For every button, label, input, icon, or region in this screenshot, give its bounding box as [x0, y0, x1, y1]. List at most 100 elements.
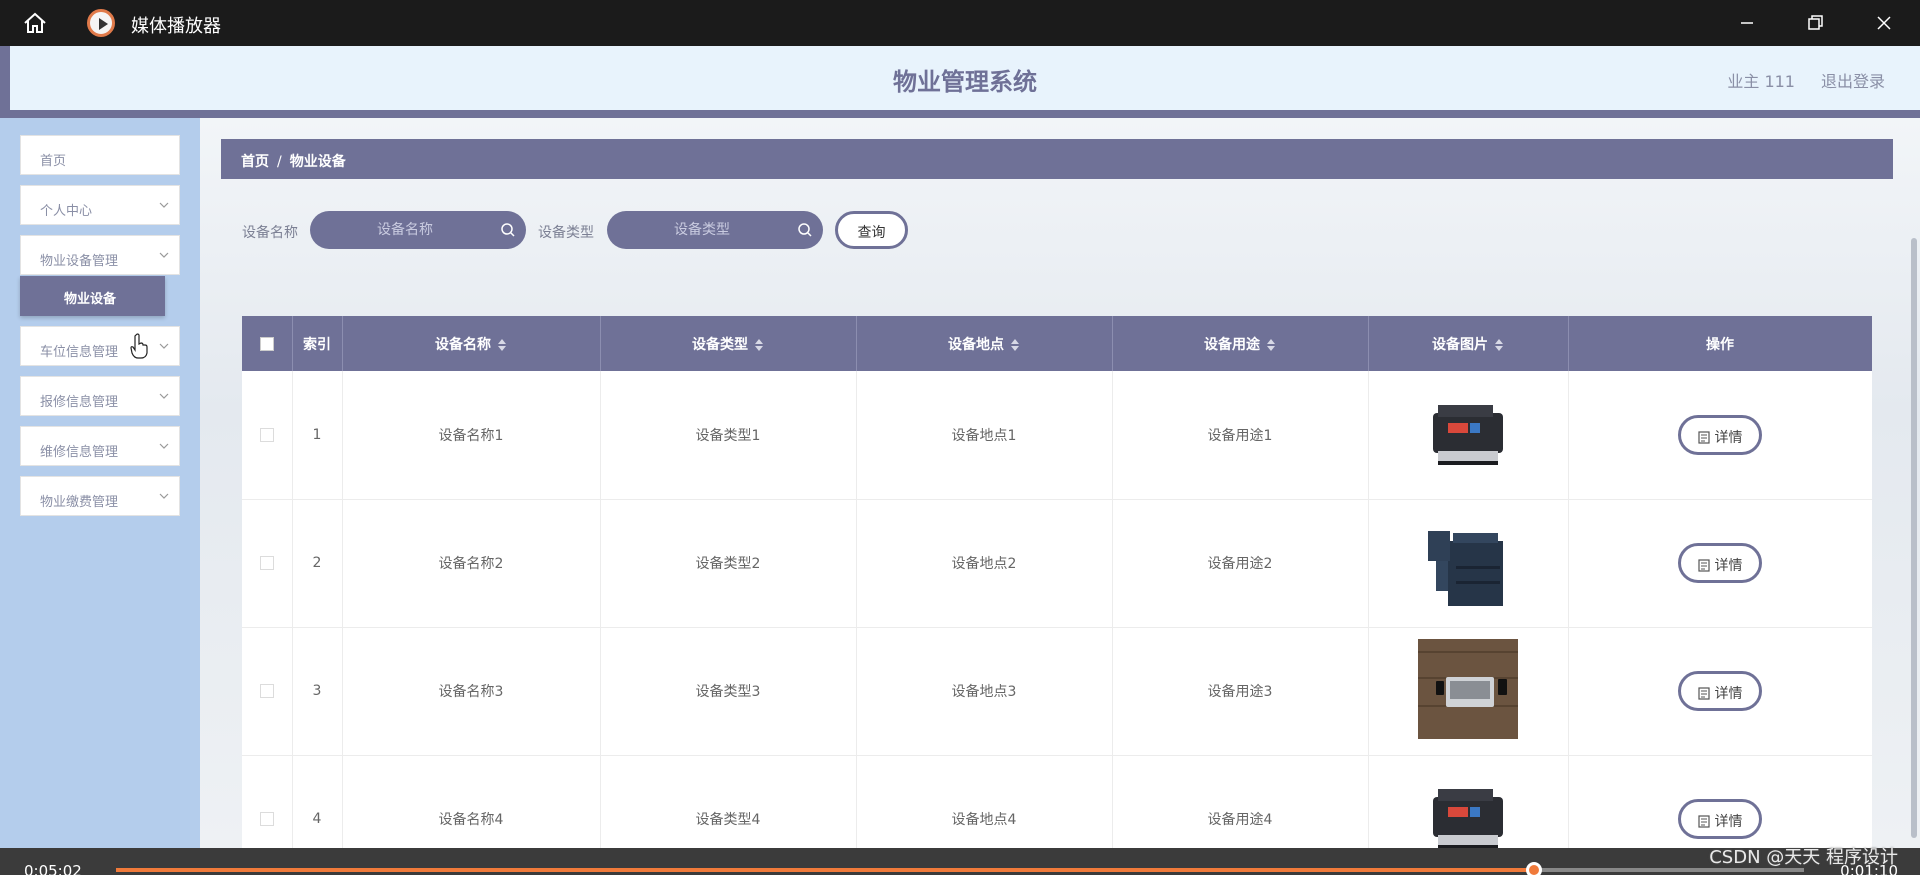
row-equipment-name: 设备名称4 — [342, 755, 601, 848]
user-name: 业主 111 — [1727, 72, 1795, 91]
column-header-type[interactable]: 设备类型 — [600, 316, 857, 371]
row-equipment-type: 设备类型3 — [600, 627, 857, 756]
sort-icon[interactable] — [754, 338, 764, 352]
row-checkbox[interactable] — [259, 556, 274, 570]
column-header-image[interactable]: 设备图片 — [1368, 316, 1569, 371]
detail-button[interactable]: 详情 — [1678, 543, 1762, 583]
sort-icon[interactable] — [497, 338, 507, 352]
sidebar-item-label: 维修信息管理 — [40, 445, 119, 460]
sidebar-item-label: 车位信息管理 — [40, 345, 119, 360]
sidebar-item-label: 首页 — [40, 154, 67, 169]
column-header-actions: 操作 — [1568, 316, 1872, 371]
row-equipment-type: 设备类型2 — [600, 499, 857, 628]
breadcrumb: 首页 / 物业设备 — [221, 139, 1893, 179]
column-header-index: 索引 — [292, 316, 343, 371]
sidebar-item-home[interactable]: 首页 — [20, 135, 180, 175]
restore-icon[interactable] — [1800, 8, 1830, 38]
chevron-down-icon — [159, 343, 169, 349]
detail-button[interactable]: 详情 — [1678, 414, 1762, 455]
media-player-icon — [87, 9, 115, 37]
document-icon — [1697, 431, 1710, 444]
search-icon[interactable] — [797, 222, 813, 238]
row-equipment-location: 设备地点3 — [856, 627, 1113, 756]
column-header-location[interactable]: 设备地点 — [856, 316, 1113, 371]
seek-bar[interactable] — [116, 862, 1804, 875]
column-header-name[interactable]: 设备名称 — [342, 316, 601, 371]
detail-button[interactable]: 详情 — [1678, 799, 1762, 839]
select-all-cell — [242, 316, 293, 371]
row-equipment-purpose: 设备用途2 — [1112, 499, 1369, 628]
row-equipment-location: 设备地点1 — [856, 371, 1113, 500]
sidebar-item-fee-management[interactable]: 物业缴费管理 — [20, 476, 180, 516]
sidebar-subitem-label: 物业设备 — [64, 292, 117, 307]
row-index: 2 — [292, 499, 343, 628]
sidebar-item-personal-center[interactable]: 个人中心 — [20, 185, 180, 225]
breadcrumb-home[interactable]: 首页 — [241, 154, 269, 170]
equipment-table: 索引 设备名称 设备类型 设备地点 设备用途 设备图片 操作 1 设备名称1 设… — [242, 316, 1872, 848]
sidebar-item-repair-report-management[interactable]: 报修信息管理 — [20, 376, 180, 416]
copier-icon — [1428, 531, 1503, 606]
breadcrumb-current: 物业设备 — [289, 154, 346, 170]
printer-icon — [1433, 404, 1503, 465]
row-equipment-name: 设备名称3 — [342, 627, 601, 756]
table-row: 3 设备名称3 设备类型3 设备地点3 设备用途3 详情 — [242, 627, 1872, 756]
page-scrollbar[interactable] — [1911, 238, 1917, 838]
table-row: 4 设备名称4 设备类型4 设备地点4 设备用途4 详情 — [242, 755, 1872, 848]
select-all-checkbox[interactable] — [259, 336, 274, 351]
row-equipment-type: 设备类型4 — [600, 755, 857, 848]
watermark: CSDN @天天 程序设计 — [1709, 847, 1898, 868]
column-header-purpose[interactable]: 设备用途 — [1112, 316, 1369, 371]
equipment-name-label: 设备名称 — [242, 225, 298, 241]
document-icon — [1697, 815, 1710, 828]
sidebar-item-label: 报修信息管理 — [40, 395, 119, 410]
equipment-name-search — [310, 211, 526, 249]
app-header: 物业管理系统 业主 111 退出登录 — [0, 46, 1920, 118]
equipment-type-input[interactable] — [617, 217, 787, 243]
row-equipment-name: 设备名称2 — [342, 499, 601, 628]
table-row: 2 设备名称2 设备类型2 设备地点2 设备用途2 详情 — [242, 499, 1872, 628]
document-icon — [1697, 687, 1710, 700]
chevron-down-icon — [159, 493, 169, 499]
sidebar-item-maintenance-management[interactable]: 维修信息管理 — [20, 426, 180, 466]
row-checkbox[interactable] — [259, 684, 274, 698]
printer-icon — [1433, 789, 1503, 848]
page-title: 物业管理系统 — [893, 68, 1037, 96]
row-index: 3 — [292, 627, 343, 756]
row-index: 1 — [292, 371, 343, 500]
hand-cursor-icon — [130, 333, 148, 359]
equipment-type-search — [607, 211, 823, 249]
sidebar-item-label: 物业缴费管理 — [40, 495, 119, 510]
sort-icon[interactable] — [1266, 338, 1276, 352]
query-button[interactable]: 查询 — [835, 211, 908, 249]
window-titlebar: 媒体播放器 — [0, 0, 1920, 46]
row-index: 4 — [292, 755, 343, 848]
sidebar: 首页 个人中心 物业设备管理 物业设备 车位信息管理 报修信息管理 维修信息管理… — [0, 118, 200, 848]
close-icon[interactable] — [1869, 8, 1899, 38]
sort-icon[interactable] — [1010, 338, 1020, 352]
logout-link[interactable]: 退出登录 — [1821, 68, 1885, 92]
seek-bar-progress — [116, 868, 1534, 872]
sidebar-subitem-equipment[interactable]: 物业设备 — [20, 276, 165, 316]
equipment-name-input[interactable] — [320, 217, 490, 243]
current-time: 0:05:02 — [24, 862, 82, 875]
row-equipment-type: 设备类型1 — [600, 371, 857, 500]
detail-button[interactable]: 详情 — [1678, 671, 1762, 711]
sidebar-item-parking-management[interactable]: 车位信息管理 — [20, 326, 180, 366]
row-equipment-purpose: 设备用途4 — [1112, 755, 1369, 848]
media-player-bar: 0:05:02 0:01:10 — [0, 848, 1920, 875]
document-icon — [1697, 559, 1710, 572]
sidebar-item-label: 个人中心 — [40, 204, 93, 219]
row-equipment-name: 设备名称1 — [342, 371, 601, 500]
row-checkbox[interactable] — [259, 812, 274, 826]
sidebar-item-equipment-management[interactable]: 物业设备管理 — [20, 235, 180, 275]
minimize-icon[interactable] — [1732, 8, 1762, 38]
search-icon[interactable] — [500, 222, 516, 238]
seek-bar-thumb[interactable] — [1525, 862, 1542, 875]
table-header-row: 索引 设备名称 设备类型 设备地点 设备用途 设备图片 操作 — [242, 316, 1872, 371]
home-icon[interactable] — [22, 11, 48, 35]
chevron-down-icon — [159, 443, 169, 449]
row-checkbox[interactable] — [259, 427, 274, 442]
sort-icon[interactable] — [1494, 338, 1504, 352]
equipment-type-label: 设备类型 — [538, 225, 594, 241]
row-equipment-purpose: 设备用途3 — [1112, 627, 1369, 756]
